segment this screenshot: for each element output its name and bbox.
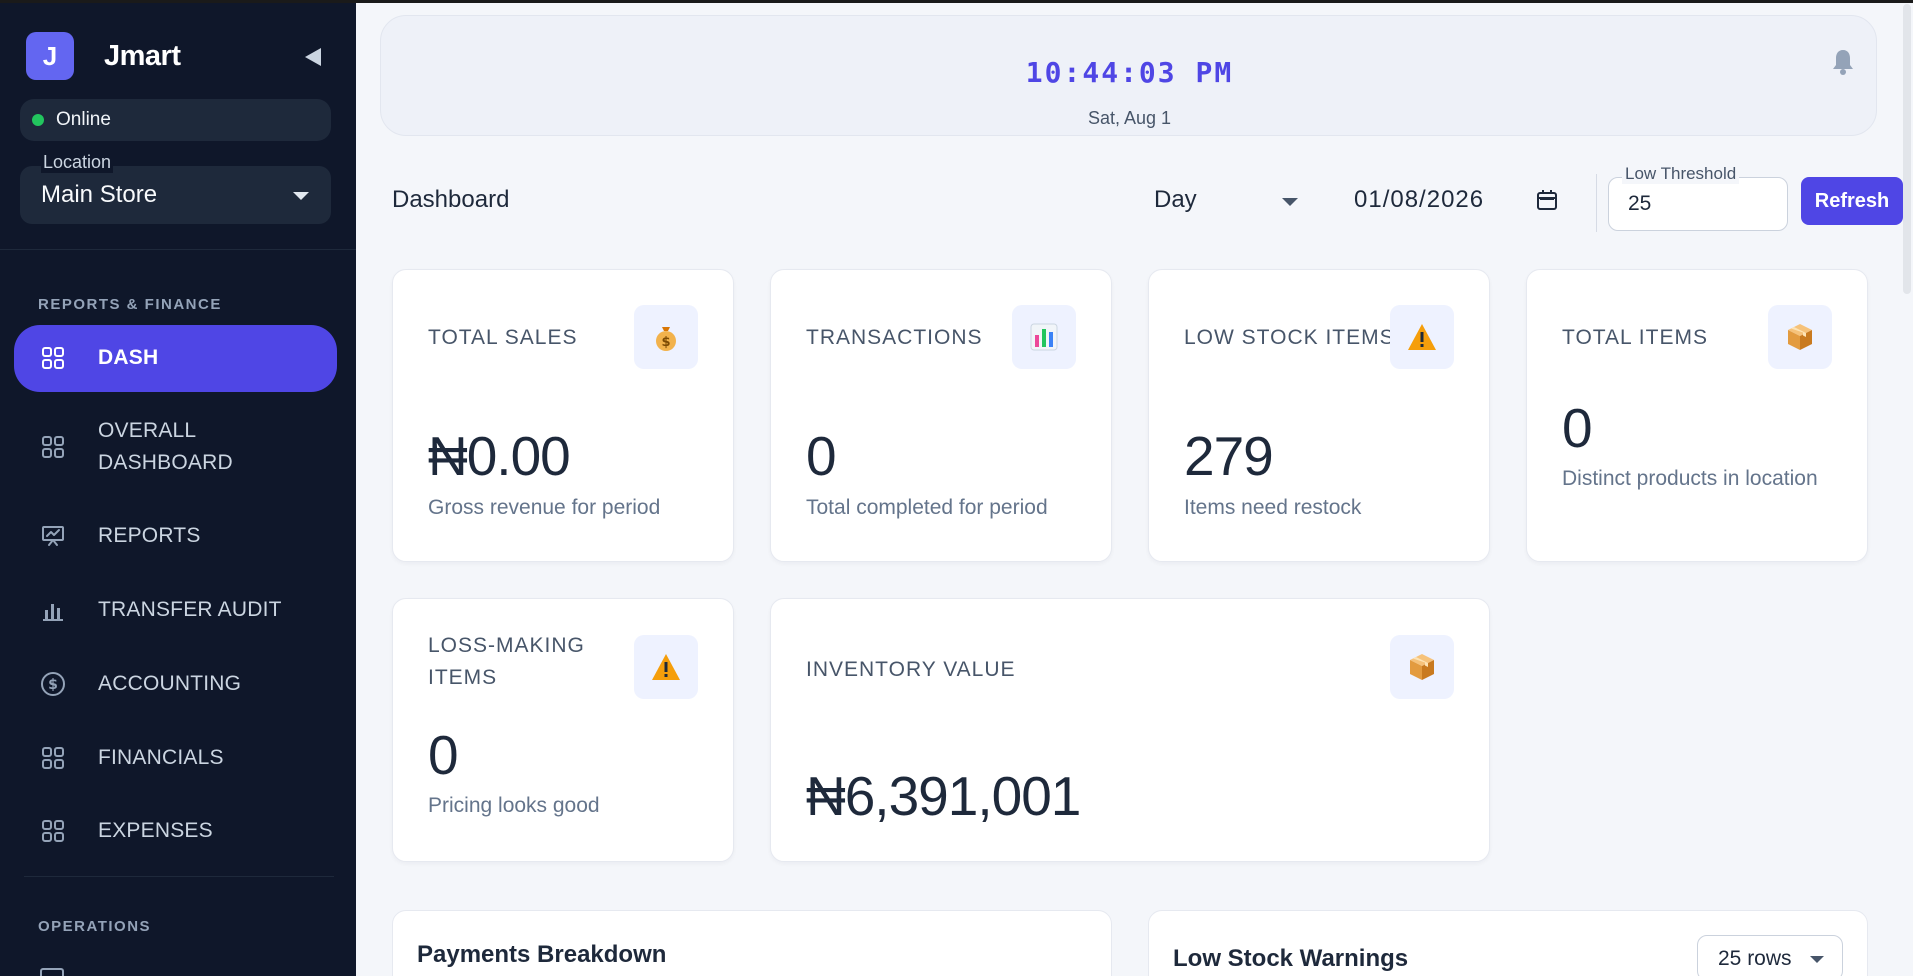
sidebar-item-transfer-audit[interactable]: TRANSFER AUDIT [14, 589, 337, 631]
sidebar-item-financials[interactable]: FINANCIALS [14, 737, 337, 779]
operations-item-icon [40, 968, 64, 976]
card-subtitle: Distinct products in location [1562, 467, 1818, 490]
total-sales-card: TOTAL SALES $ ₦0.00 Gross revenue for pe… [392, 269, 734, 562]
main-content: 10:44:03 PM Sat, Aug 1 Dashboard Day 01/… [356, 0, 1913, 976]
warning-icon [1390, 305, 1454, 369]
card-value: 0 [806, 425, 837, 487]
loss-making-items-card: LOSS-MAKING ITEMS 0 Pricing looks good [392, 598, 734, 862]
sidebar-item-accounting[interactable]: $ ACCOUNTING [14, 663, 337, 705]
chevron-down-icon [293, 192, 309, 200]
location-select[interactable]: Location Main Store [20, 152, 331, 224]
svg-text:$: $ [661, 335, 670, 350]
low-stock-warnings-panel: Low Stock Warnings 25 rows [1148, 910, 1868, 976]
card-value: 0 [1562, 397, 1593, 459]
card-title: INVENTORY VALUE [806, 658, 1016, 681]
location-select-box[interactable]: Main Store [20, 166, 331, 224]
rows-per-page-value: 25 rows [1718, 947, 1792, 970]
dollar-circle-icon: $ [40, 671, 66, 697]
status-text: Online [56, 109, 111, 130]
section-reports-finance: REPORTS & FINANCE [38, 296, 222, 313]
presentation-chart-icon [40, 523, 66, 549]
connection-status: Online [20, 99, 331, 141]
low-threshold-field[interactable]: Low Threshold 25 [1608, 164, 1788, 231]
date-input[interactable]: 01/08/2026 [1354, 186, 1484, 214]
inventory-value-card: INVENTORY VALUE ₦6,391,001 [770, 598, 1490, 862]
svg-text:$: $ [48, 677, 58, 693]
low-threshold-label: Low Threshold [1622, 164, 1740, 184]
card-value: 0 [428, 724, 459, 786]
money-bag-icon: $ [634, 305, 698, 369]
sidebar-item-dash[interactable]: DASH [14, 325, 337, 392]
package-icon [1390, 635, 1454, 699]
sidebar-item-label: OVERALL DASHBOARD [98, 419, 233, 474]
card-subtitle: Items need restock [1184, 496, 1362, 519]
bar-chart-icon [40, 597, 66, 623]
grid-icon [40, 434, 66, 460]
sidebar: J Jmart Online Location Main Store REPOR… [0, 0, 356, 976]
payments-breakdown-panel: Payments Breakdown [392, 910, 1112, 976]
warning-icon [634, 635, 698, 699]
grid-icon [40, 345, 66, 371]
bell-icon [1833, 50, 1853, 75]
chevron-down-icon [1810, 956, 1824, 963]
status-dot-icon [32, 114, 44, 126]
sidebar-item-reports[interactable]: REPORTS [14, 515, 337, 557]
chevron-down-icon[interactable] [1282, 198, 1298, 206]
location-value: Main Store [41, 181, 158, 208]
total-items-card: TOTAL ITEMS 0 Distinct products in locat… [1526, 269, 1868, 562]
card-value: ₦0.00 [428, 425, 571, 487]
card-title: TOTAL SALES [428, 326, 578, 349]
grid-icon [40, 745, 66, 771]
sidebar-item-overall-dashboard[interactable]: OVERALL DASHBOARD [14, 410, 337, 485]
card-subtitle: Pricing looks good [428, 794, 600, 817]
window-top-edge [0, 0, 1913, 3]
toolbar-divider [1596, 174, 1597, 232]
panel-title: Low Stock Warnings [1173, 945, 1409, 972]
card-value: 279 [1184, 425, 1274, 487]
grid-icon [40, 818, 66, 844]
sidebar-item-expenses[interactable]: EXPENSES [14, 810, 337, 852]
brand[interactable]: J Jmart [26, 32, 181, 80]
collapse-sidebar-button[interactable] [300, 44, 326, 70]
package-icon [1768, 305, 1832, 369]
brand-name: Jmart [104, 39, 181, 72]
page-scrollbar[interactable] [1903, 4, 1911, 294]
sidebar-item-label: DASH [98, 346, 159, 369]
brand-logo: J [26, 32, 74, 80]
transactions-card: TRANSACTIONS 0 Total completed for perio… [770, 269, 1112, 562]
card-subtitle: Gross revenue for period [428, 496, 661, 519]
card-value: ₦6,391,001 [806, 765, 1081, 827]
card-title: LOW STOCK ITEMS [1184, 326, 1395, 349]
sidebar-divider [24, 876, 334, 877]
clock-date: Sat, Aug 1 [1087, 108, 1172, 128]
low-stock-items-card: LOW STOCK ITEMS 279 Items need restock [1148, 269, 1490, 562]
triangle-left-icon [305, 48, 321, 66]
dashboard-toolbar: Dashboard Day 01/08/2026 Low Threshold 2… [392, 164, 1903, 240]
sidebar-divider [0, 249, 356, 250]
card-title: LOSS-MAKING ITEMS [428, 634, 585, 689]
card-subtitle: Total completed for period [806, 496, 1048, 519]
sidebar-item-label: FINANCIALS [98, 746, 224, 769]
period-select[interactable]: Day [1154, 186, 1197, 214]
page-title: Dashboard [392, 186, 510, 213]
sidebar-item-label: TRANSFER AUDIT [98, 598, 282, 621]
sidebar-item-label: ACCOUNTING [98, 672, 242, 695]
card-title: TOTAL ITEMS [1562, 326, 1708, 349]
clock-card: 10:44:03 PM Sat, Aug 1 [380, 15, 1877, 136]
low-threshold-input[interactable]: 25 [1628, 192, 1651, 216]
sidebar-item-label: EXPENSES [98, 819, 213, 842]
card-title: TRANSACTIONS [806, 326, 983, 349]
section-operations: OPERATIONS [38, 918, 152, 935]
rows-per-page-select[interactable]: 25 rows [1697, 935, 1843, 976]
location-label: Location [41, 152, 114, 173]
calendar-icon[interactable] [1535, 188, 1561, 214]
notifications-button[interactable] [1830, 48, 1858, 76]
refresh-button[interactable]: Refresh [1801, 177, 1903, 225]
clock-time: 10:44:03 PM [1025, 56, 1234, 89]
bar-chart-icon [1012, 305, 1076, 369]
panel-title: Payments Breakdown [417, 941, 667, 968]
sidebar-item-label: REPORTS [98, 524, 201, 547]
